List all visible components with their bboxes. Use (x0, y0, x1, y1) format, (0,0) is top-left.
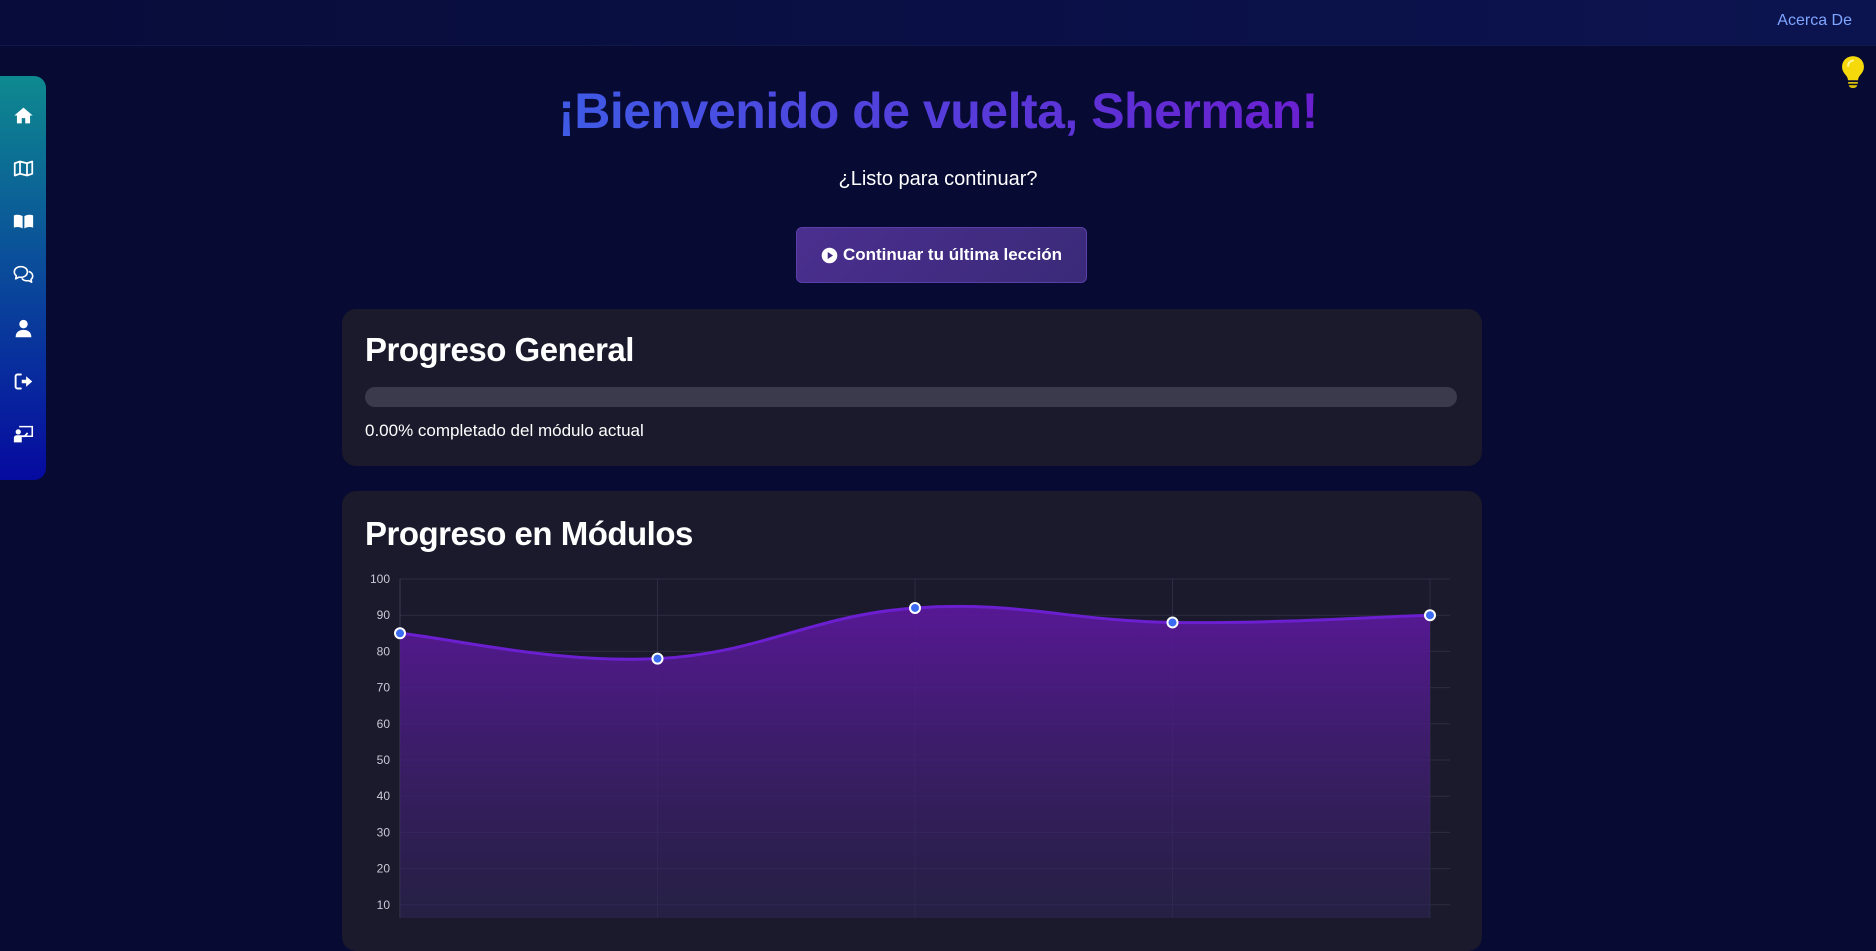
book-icon (13, 214, 33, 228)
top-navbar: Acerca De (0, 0, 1876, 46)
welcome-title: ¡Bienvenido de vuelta, Sherman! (558, 83, 1318, 139)
play-circle-icon (821, 247, 838, 263)
modules-progress-chart: 10 20 30 40 50 60 70 80 90 100 (370, 572, 1450, 918)
user-icon (15, 319, 31, 337)
chart-y-tick-label: 30 (377, 825, 391, 839)
welcome-subtitle: ¿Listo para continuar? (838, 168, 1038, 190)
modules-progress-card: Progreso en Módulos 10 20 30 40 50 60 70 80 90 10… (342, 491, 1482, 951)
chart-y-tick-label: 40 (377, 789, 391, 803)
sidebar-item-teacher[interactable] (0, 414, 46, 454)
chart-data-point[interactable] (1424, 609, 1436, 622)
sidebar-item-logout[interactable] (0, 361, 46, 401)
chart-y-tick-label: 60 (377, 717, 391, 731)
chart-y-tick-label: 80 (377, 644, 391, 658)
general-progress-text: 0.00% completado del módulo actual (365, 421, 644, 440)
continue-lesson-label: Continuar tu última lección (842, 245, 1063, 264)
chart-y-tick-label: 50 (377, 753, 391, 767)
chart-y-tick-label: 100 (370, 572, 390, 586)
general-progress-bar (365, 387, 1457, 407)
chart-data-point[interactable] (909, 601, 921, 614)
general-progress-card: Progreso General 0.00% completado del mó… (342, 309, 1482, 466)
sidebar-item-forum[interactable] (0, 254, 46, 294)
chart-y-tick-label: 70 (377, 681, 391, 695)
chart-y-tick-label: 20 (377, 862, 391, 876)
chart-y-tick-label: 10 (377, 898, 391, 912)
about-link[interactable]: Acerca De (1777, 12, 1852, 30)
sidebar-item-book[interactable] (0, 201, 46, 241)
sidebar-item-profile[interactable] (0, 308, 46, 348)
chart-area-fill (400, 606, 1430, 918)
chart-data-point[interactable] (394, 627, 406, 640)
general-progress-title: Progreso General (365, 331, 634, 368)
chart-data-point[interactable] (1166, 616, 1179, 629)
chart-y-tick-label: 90 (377, 608, 391, 622)
chart-data-point[interactable] (651, 652, 664, 665)
logout-icon (14, 373, 32, 389)
comments-icon (13, 265, 33, 283)
continue-lesson-button[interactable]: Continuar tu última lección (796, 227, 1087, 283)
teacher-icon (13, 425, 33, 442)
